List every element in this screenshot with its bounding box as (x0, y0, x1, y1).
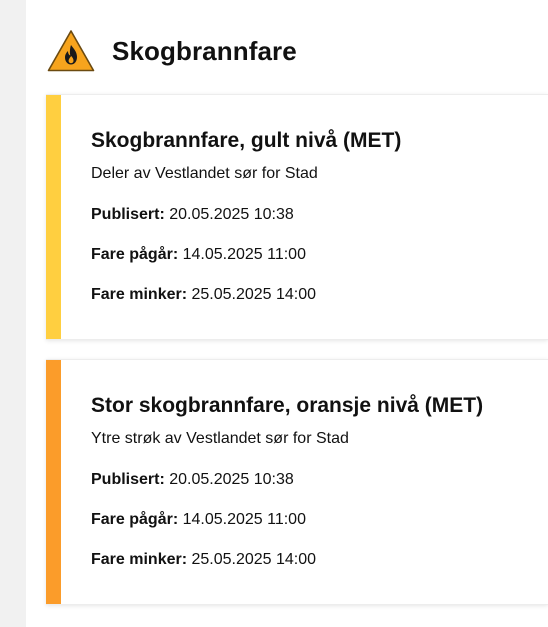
ends-label: Fare minker: (91, 551, 192, 568)
warning-area: Deler av Vestlandet sør for Stad (91, 165, 318, 182)
ongoing-label: Fare pågår: (91, 511, 183, 528)
ends-row: Fare minker: 25.05.2025 14:00 (91, 286, 316, 304)
ends-row: Fare minker: 25.05.2025 14:00 (91, 551, 316, 569)
published-row: Publisert: 20.05.2025 10:38 (91, 471, 294, 489)
warning-level-bar (46, 360, 61, 604)
panel-header: Skogbrannfare (46, 28, 297, 74)
ongoing-label: Fare pågår: (91, 246, 183, 263)
published-value: 20.05.2025 10:38 (169, 206, 294, 223)
ends-label: Fare minker: (91, 286, 192, 303)
warning-panel: Skogbrannfare Skogbrannfare, gult nivå (… (26, 0, 548, 627)
warning-level-bar (46, 95, 61, 339)
ongoing-value: 14.05.2025 11:00 (182, 511, 306, 528)
ongoing-row: Fare pågår: 14.05.2025 11:00 (91, 246, 306, 264)
published-row: Publisert: 20.05.2025 10:38 (91, 206, 294, 224)
ends-value: 25.05.2025 14:00 (191, 286, 317, 303)
warning-title: Stor skogbrannfare, oransje nivå (MET) (91, 394, 484, 417)
ongoing-row: Fare pågår: 14.05.2025 11:00 (91, 511, 306, 529)
fire-warning-icon (47, 30, 95, 72)
ongoing-value: 14.05.2025 11:00 (182, 246, 306, 263)
warning-card-yellow[interactable]: Skogbrannfare, gult nivå (MET) Deler av … (46, 94, 548, 340)
warning-title: Skogbrannfare, gult nivå (MET) (91, 129, 402, 152)
warning-card-orange[interactable]: Stor skogbrannfare, oransje nivå (MET) Y… (46, 359, 548, 605)
published-value: 20.05.2025 10:38 (169, 471, 294, 488)
ends-value: 25.05.2025 14:00 (191, 551, 317, 568)
published-label: Publisert: (91, 206, 170, 223)
page-title: Skogbrannfare (112, 35, 297, 66)
published-label: Publisert: (91, 471, 170, 488)
warning-area: Ytre strøk av Vestlandet sør for Stad (91, 430, 349, 447)
